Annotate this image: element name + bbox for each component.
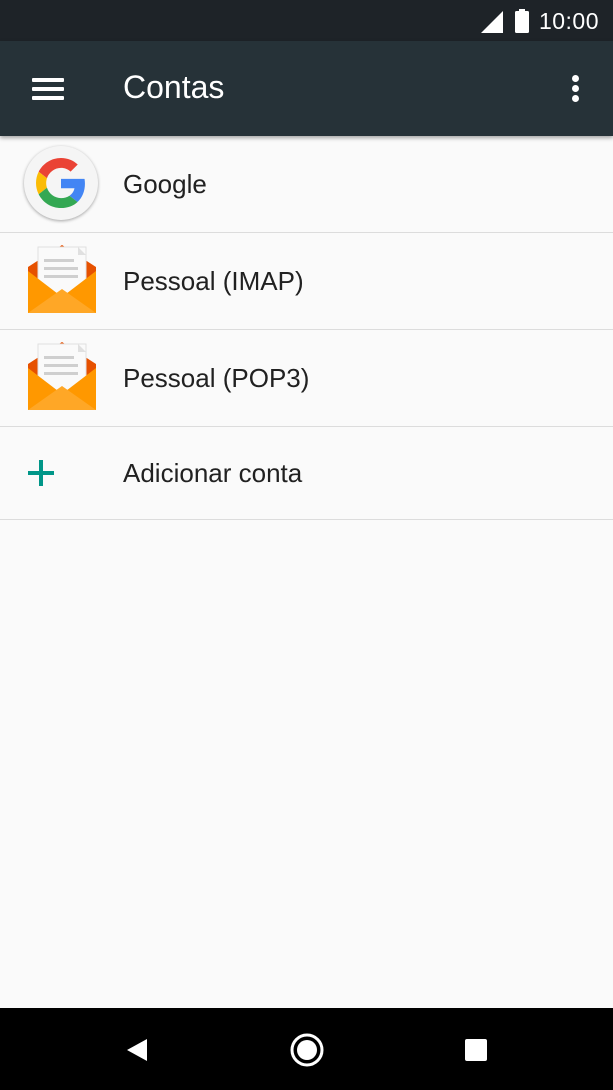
app-bar: Contas (0, 41, 613, 136)
plus-icon (28, 460, 54, 486)
status-bar: 10:00 (0, 0, 613, 41)
clock: 10:00 (538, 7, 599, 34)
navigation-bar (0, 1008, 613, 1090)
home-icon[interactable] (287, 1030, 327, 1070)
account-item-imap[interactable]: Pessoal (IMAP) (0, 233, 613, 330)
account-label: Pessoal (POP3) (123, 363, 310, 393)
account-label: Google (123, 169, 207, 199)
google-icon (24, 146, 100, 222)
add-account-label: Adicionar conta (123, 458, 303, 488)
email-icon (28, 342, 96, 410)
account-item-pop3[interactable]: Pessoal (POP3) (0, 330, 613, 427)
back-icon[interactable] (117, 1030, 157, 1070)
signal-icon (480, 11, 503, 33)
email-icon (28, 245, 96, 313)
menu-button[interactable] (24, 68, 72, 110)
page-title: Contas (123, 69, 225, 105)
accounts-list: Google Pessoal (IMAP) Pessoal (POP3) Adi… (0, 136, 613, 520)
battery-icon (514, 9, 529, 33)
more-options-button[interactable] (559, 71, 591, 107)
recents-icon[interactable] (456, 1030, 496, 1070)
add-account-button[interactable]: Adicionar conta (0, 427, 613, 520)
account-item-google[interactable]: Google (0, 136, 613, 233)
account-label: Pessoal (IMAP) (123, 266, 304, 296)
